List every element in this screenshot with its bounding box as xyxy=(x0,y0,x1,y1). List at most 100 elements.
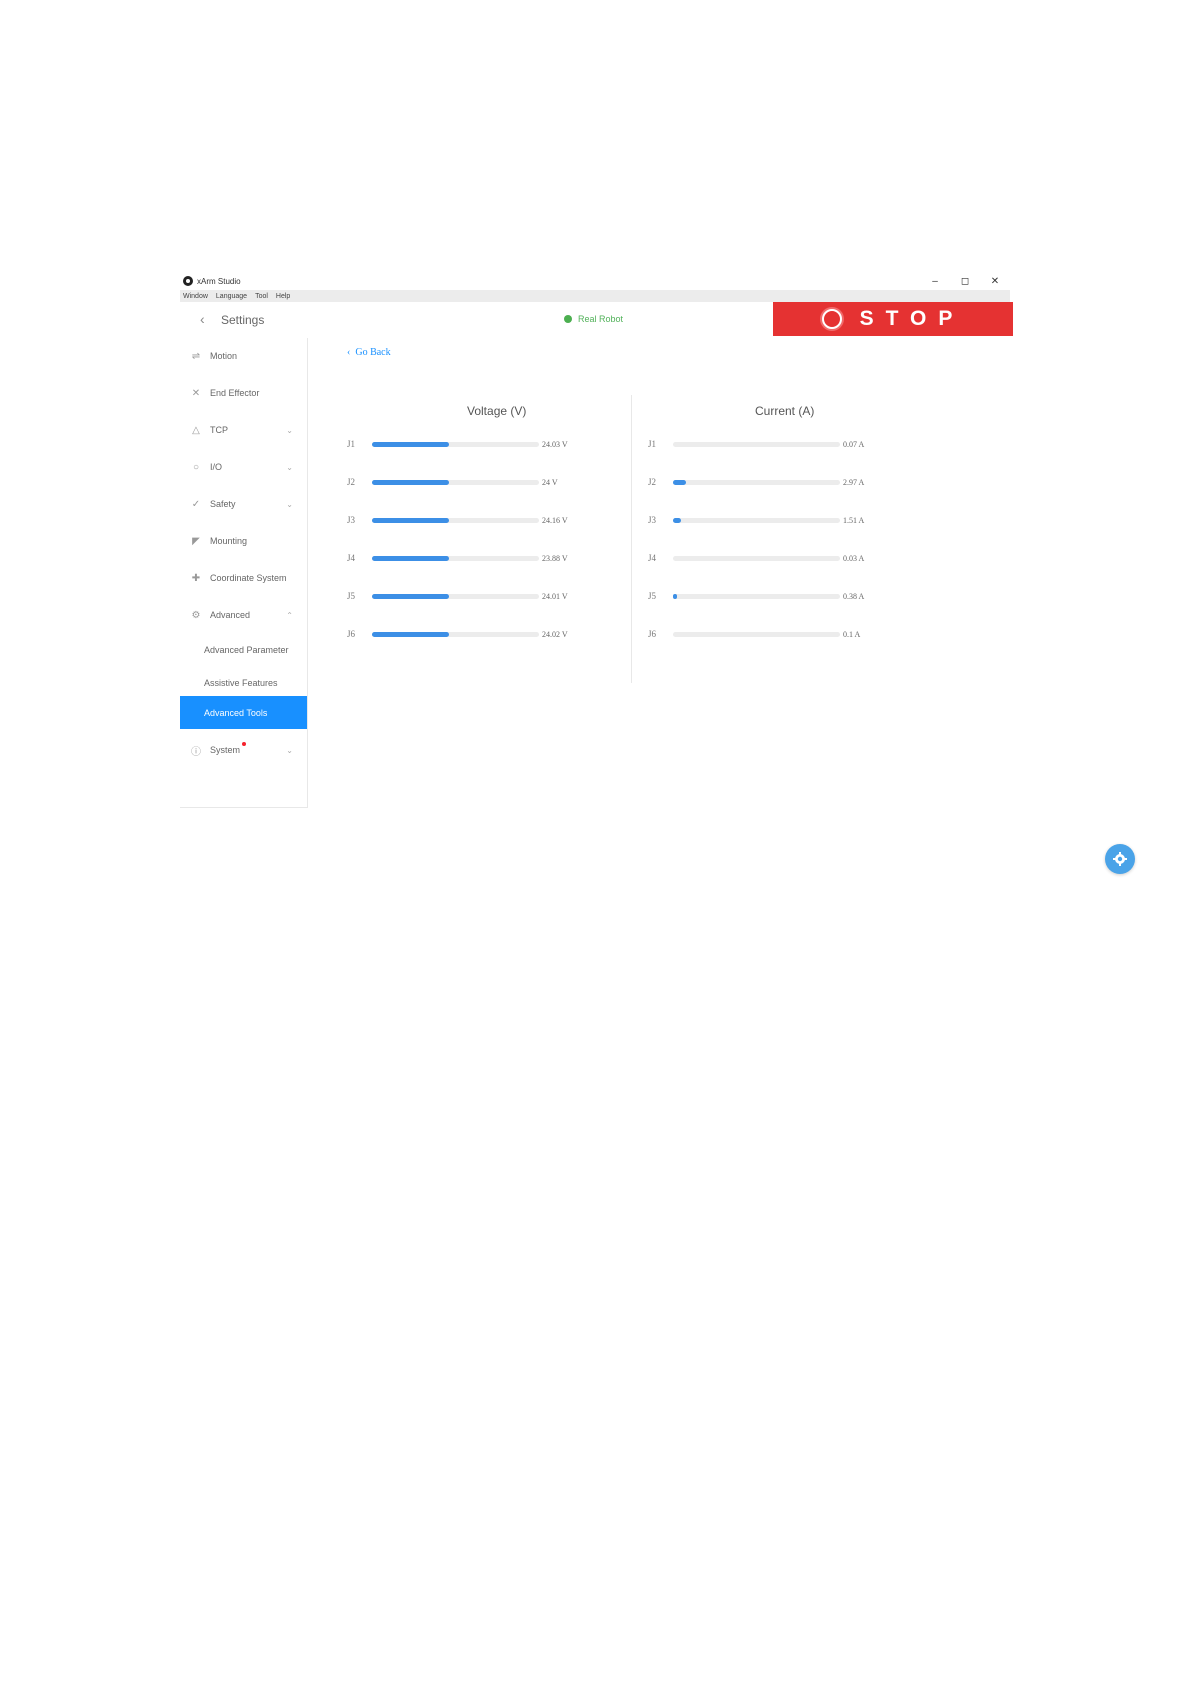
safety-icon: ✓ xyxy=(191,498,201,510)
column-divider xyxy=(631,395,632,683)
coordinate-system-icon: ✚ xyxy=(191,572,201,584)
maximize-icon[interactable]: ◻ xyxy=(950,272,980,290)
voltage-bar-track xyxy=(372,631,539,637)
sidebar-item-io[interactable]: ○ I/O ⌄ xyxy=(180,457,307,477)
sidebar-item-system[interactable]: ⓘ System ⌄ xyxy=(180,740,307,760)
current-bar-track xyxy=(673,593,840,599)
voltage-bar-fill xyxy=(372,517,449,523)
voltage-value: 24.02 V xyxy=(542,629,568,639)
notification-dot xyxy=(242,742,246,746)
menu-window[interactable]: Window xyxy=(183,293,208,300)
chevron-down-icon: ⌄ xyxy=(286,462,293,472)
stop-label: STOP xyxy=(859,307,965,330)
sidebar-item-coordinate-system[interactable]: ✚ Coordinate System xyxy=(180,568,307,588)
voltage-row-j1: J1 24.03 V xyxy=(347,439,568,449)
voltage-value: 23.88 V xyxy=(542,553,568,563)
sidebar-item-label: Coordinate System xyxy=(210,573,287,583)
joint-label: J3 xyxy=(648,515,657,525)
chevron-left-icon[interactable]: ‹ xyxy=(200,311,205,327)
sidebar-item-label: End Effector xyxy=(210,388,260,398)
current-bar-track xyxy=(673,631,840,637)
sidebar-subitem-assistive-features[interactable]: Assistive Features xyxy=(180,673,307,693)
advanced-tools-panel: ‹ Go Back Voltage (V) Current (A) J1 24.0… xyxy=(307,338,1135,874)
chevron-down-icon: ⌄ xyxy=(286,745,293,755)
sidebar-item-label: Mounting xyxy=(210,536,248,546)
connection-status: Real Robot xyxy=(564,314,623,324)
gear-icon xyxy=(1113,852,1127,866)
close-icon[interactable]: ✕ xyxy=(980,272,1010,290)
voltage-value: 24.16 V xyxy=(542,515,568,525)
sidebar-subitem-label: Advanced Tools xyxy=(204,707,268,718)
menu-language[interactable]: Language xyxy=(216,293,247,300)
voltage-value: 24.01 V xyxy=(542,591,568,601)
settings-fab-button[interactable] xyxy=(1105,844,1135,874)
status-label: Real Robot xyxy=(578,314,624,324)
info-icon: ⓘ xyxy=(191,746,201,758)
stop-icon xyxy=(821,309,842,329)
joint-label: J6 xyxy=(648,629,657,639)
voltage-title: Voltage (V) xyxy=(467,404,527,418)
voltage-bar-fill xyxy=(372,593,449,599)
sidebar-subitem-advanced-parameter[interactable]: Advanced Parameter xyxy=(180,640,307,660)
sidebar-item-mounting[interactable]: ◤ Mounting xyxy=(180,531,307,551)
current-row-j1: J1 0.07 A xyxy=(648,439,864,449)
joint-label: J2 xyxy=(648,477,657,487)
joint-label: J2 xyxy=(347,477,356,487)
chevron-left-icon: ‹ xyxy=(347,347,351,358)
current-bar-fill xyxy=(673,479,687,485)
window-controls: – ◻ ✕ xyxy=(920,272,1010,290)
sidebar-subitem-advanced-tools[interactable]: Advanced Tools xyxy=(180,696,307,729)
current-title: Current (A) xyxy=(755,404,815,418)
current-bar-fill xyxy=(673,593,678,599)
page-title: Settings xyxy=(221,313,265,327)
stop-button[interactable]: STOP xyxy=(773,302,1013,336)
current-bar-track xyxy=(673,517,840,523)
joint-label: J3 xyxy=(347,515,356,525)
current-row-j5: J5 0.38 A xyxy=(648,591,864,601)
sidebar-item-tcp[interactable]: △ TCP ⌄ xyxy=(180,420,307,440)
voltage-bar-track xyxy=(372,517,539,523)
status-ok-icon xyxy=(564,315,572,323)
app-logo-icon xyxy=(183,276,193,286)
voltage-bar-track xyxy=(372,441,539,447)
voltage-bar-fill xyxy=(372,631,449,637)
settings-header: ‹ Settings Real Robot STOP xyxy=(180,302,1013,338)
voltage-row-j6: J6 24.02 V xyxy=(347,629,568,639)
title-bar: xArm Studio – ◻ ✕ xyxy=(180,272,1010,290)
current-bar-track xyxy=(673,441,840,447)
menu-tool[interactable]: Tool xyxy=(255,293,268,300)
voltage-row-j5: J5 24.01 V xyxy=(347,591,568,601)
sidebar-item-label: Safety xyxy=(210,499,236,509)
voltage-value: 24.03 V xyxy=(542,439,568,449)
settings-sidebar: ⇌ Motion ✕ End Effector △ TCP ⌄ ○ I/O ⌄ … xyxy=(180,338,308,808)
voltage-row-j3: J3 24.16 V xyxy=(347,515,568,525)
voltage-bar-fill xyxy=(372,441,449,447)
tcp-icon: △ xyxy=(192,424,200,436)
current-value: 0.03 A xyxy=(843,553,865,563)
voltage-row-j4: J4 23.88 V xyxy=(347,553,568,563)
xarm-studio-window: xArm Studio – ◻ ✕ Window Language Tool H… xyxy=(180,272,1135,874)
sidebar-item-label: I/O xyxy=(210,462,223,472)
go-back-label: Go Back xyxy=(355,347,391,358)
window-title: xArm Studio xyxy=(197,276,241,286)
current-row-j3: J3 1.51 A xyxy=(648,515,864,525)
current-bar-fill xyxy=(673,517,682,523)
joint-label: J5 xyxy=(347,591,356,601)
voltage-bar-track xyxy=(372,555,539,561)
voltage-bar-fill xyxy=(372,555,449,561)
sidebar-item-advanced[interactable]: ⚙ Advanced ⌃ xyxy=(180,605,307,625)
sidebar-subitem-label: Assistive Features xyxy=(204,678,278,688)
sidebar-item-motion[interactable]: ⇌ Motion xyxy=(180,346,307,366)
go-back-link[interactable]: ‹ Go Back xyxy=(347,347,391,358)
menu-help[interactable]: Help xyxy=(276,293,290,300)
current-value: 2.97 A xyxy=(843,477,865,487)
voltage-row-j2: J2 24 V xyxy=(347,477,558,487)
minimize-icon[interactable]: – xyxy=(920,272,950,290)
current-row-j2: J2 2.97 A xyxy=(648,477,864,487)
menu-bar: Window Language Tool Help xyxy=(180,290,1010,302)
sidebar-item-safety[interactable]: ✓ Safety ⌄ xyxy=(180,494,307,514)
joint-label: J6 xyxy=(347,629,356,639)
chevron-down-icon: ⌄ xyxy=(286,499,293,509)
current-bar-track xyxy=(673,479,840,485)
sidebar-item-end-effector[interactable]: ✕ End Effector xyxy=(180,383,307,403)
